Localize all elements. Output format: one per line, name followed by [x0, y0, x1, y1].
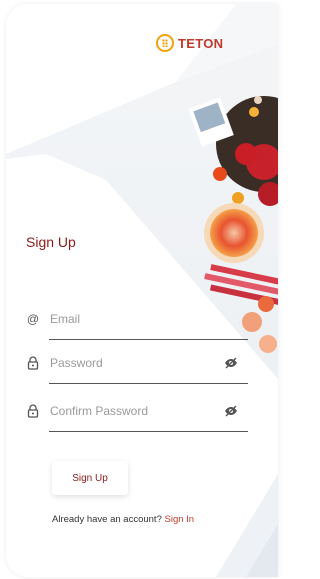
password-placeholder: Password: [50, 356, 103, 370]
password-field[interactable]: Password: [26, 350, 248, 384]
signin-prompt: Already have an account? Sign In: [52, 514, 194, 525]
eye-off-icon[interactable]: [224, 356, 238, 370]
lock-icon: [26, 356, 40, 370]
lock-icon: [26, 404, 40, 418]
logo-icon: [156, 34, 174, 52]
background-decoration: [6, 4, 278, 577]
app-screen: TETON Sign Up @ Email Password Confirm P…: [6, 4, 278, 577]
sign-up-button[interactable]: Sign Up: [52, 461, 128, 495]
email-underline: [49, 339, 248, 340]
signin-prompt-text: Already have an account?: [52, 514, 165, 525]
brand-logo: TETON: [156, 34, 223, 52]
email-placeholder: Email: [50, 312, 81, 326]
brand-name: TETON: [178, 35, 224, 51]
at-icon: @: [26, 312, 40, 326]
page-title: Sign Up: [26, 234, 76, 250]
email-field[interactable]: @ Email: [26, 306, 248, 340]
confirm-password-underline: [49, 431, 248, 432]
confirm-password-field[interactable]: Confirm Password: [26, 398, 248, 432]
password-underline: [49, 383, 248, 384]
sign-in-link[interactable]: Sign In: [165, 514, 195, 525]
eye-off-icon[interactable]: [224, 404, 238, 418]
confirm-password-placeholder: Confirm Password: [50, 404, 149, 418]
